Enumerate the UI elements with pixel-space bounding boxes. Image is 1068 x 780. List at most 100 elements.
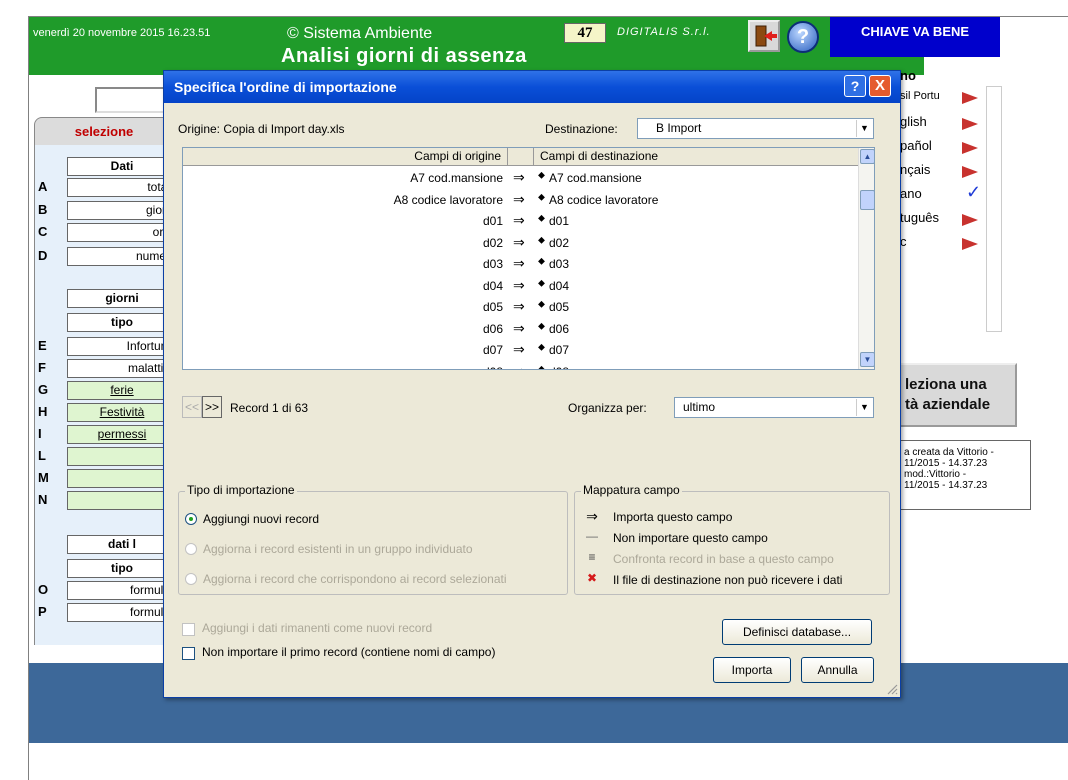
- language-item[interactable]: sil Portu: [900, 90, 940, 102]
- selection-row[interactable]: tipo: [67, 313, 177, 332]
- row-letter: P: [38, 604, 47, 619]
- selection-row[interactable]: giorni: [67, 289, 177, 308]
- dialog-titlebar[interactable]: Specifica l'ordine di importazione ? X: [164, 71, 900, 103]
- mapping-row[interactable]: d05 ⇒ ⬥ d05: [183, 297, 858, 319]
- column-header-destination[interactable]: Campi di destinazione: [534, 148, 858, 166]
- resize-grip-icon[interactable]: [886, 683, 898, 695]
- scroll-down-icon[interactable]: ▼: [860, 352, 874, 367]
- import-arrow-icon[interactable]: ⇒: [513, 234, 525, 251]
- radio-label[interactable]: Aggiorna i record che corrispondono ai r…: [203, 572, 507, 586]
- language-item[interactable]: ano: [900, 186, 922, 201]
- import-arrow-icon[interactable]: ⇒: [513, 191, 525, 208]
- radio-update-group[interactable]: [185, 543, 197, 555]
- move-handle-icon[interactable]: ⬥: [538, 256, 545, 267]
- import-arrow-icon[interactable]: ⇒: [513, 298, 525, 315]
- selection-row[interactable]: [67, 469, 177, 488]
- arrow-right-icon: [962, 92, 978, 104]
- chevron-down-icon[interactable]: ▼: [856, 399, 872, 416]
- selection-row[interactable]: Dati: [67, 157, 177, 176]
- selection-row[interactable]: permessi: [67, 425, 177, 444]
- scroll-up-icon[interactable]: ▲: [860, 149, 874, 164]
- column-header-mapping[interactable]: [508, 148, 534, 166]
- radio-update-matching[interactable]: [185, 573, 197, 585]
- move-handle-icon[interactable]: ⬥: [538, 364, 545, 370]
- selection-row[interactable]: dati l: [67, 535, 177, 554]
- destination-select[interactable]: B Import ▼: [637, 118, 874, 139]
- move-handle-icon[interactable]: ⬥: [538, 342, 545, 353]
- mapping-row[interactable]: d03 ⇒ ⬥ d03: [183, 254, 858, 276]
- selection-row[interactable]: numer: [67, 247, 177, 266]
- source-field: d06: [482, 321, 503, 336]
- mapping-row[interactable]: d04 ⇒ ⬥ d04: [183, 276, 858, 298]
- move-handle-icon[interactable]: ⬥: [538, 213, 545, 224]
- selection-row[interactable]: tipo: [67, 559, 177, 578]
- tab-selezione[interactable]: selezione: [34, 117, 174, 145]
- move-handle-icon[interactable]: ⬥: [538, 192, 545, 203]
- row-letter: B: [38, 202, 48, 217]
- add-remaining-label[interactable]: Aggiungi i dati rimanenti come nuovi rec…: [202, 621, 432, 635]
- selection-row[interactable]: Festività: [67, 403, 177, 422]
- scroll-thumb[interactable]: [860, 190, 874, 210]
- dialog-close-button[interactable]: X: [869, 75, 891, 97]
- import-arrow-icon[interactable]: ⇒: [513, 169, 525, 186]
- source-field: A8 codice lavoratore: [393, 192, 503, 207]
- selection-row[interactable]: Infortuni: [67, 337, 177, 356]
- mapping-scrollbar[interactable]: ▲ ▼: [858, 148, 874, 369]
- move-handle-icon[interactable]: ⬥: [538, 235, 545, 246]
- selection-row[interactable]: ore: [67, 223, 177, 242]
- import-arrow-icon[interactable]: ⇒: [513, 363, 525, 370]
- checkmark-icon: ✓: [966, 182, 982, 202]
- import-button[interactable]: Importa: [713, 657, 791, 683]
- selection-row[interactable]: malattie: [67, 359, 177, 378]
- select-business-unit-button[interactable]: leziona una tà aziendale: [899, 363, 1017, 427]
- define-database-button[interactable]: Definisci database...: [722, 619, 872, 645]
- chevron-down-icon[interactable]: ▼: [856, 120, 872, 137]
- selection-row[interactable]: [67, 447, 177, 466]
- import-arrow-icon: ⇒: [586, 508, 598, 524]
- mapping-row[interactable]: d08 ⇒ ⬥ d08: [183, 362, 858, 370]
- import-arrow-icon[interactable]: ⇒: [513, 212, 525, 229]
- selection-row[interactable]: ferie: [67, 381, 177, 400]
- selection-row[interactable]: formula: [67, 603, 177, 622]
- destination-field: d07: [549, 343, 570, 357]
- next-record-button[interactable]: >>: [202, 396, 222, 418]
- help-button[interactable]: ?: [787, 21, 819, 53]
- exit-button[interactable]: [748, 20, 780, 52]
- move-handle-icon[interactable]: ⬥: [538, 170, 545, 181]
- field-mapping-legend: Mappatura campo ⇒ Importa questo campo —…: [574, 483, 890, 595]
- language-item[interactable]: nçais: [900, 162, 930, 177]
- import-arrow-icon[interactable]: ⇒: [513, 341, 525, 358]
- language-item[interactable]: tuguês: [900, 210, 939, 225]
- mapping-row[interactable]: d01 ⇒ ⬥ d01: [183, 211, 858, 233]
- radio-label[interactable]: Aggiorna i record esistenti in un gruppo…: [203, 542, 473, 556]
- previous-record-button[interactable]: <<: [182, 396, 202, 418]
- language-item[interactable]: glish: [900, 114, 927, 129]
- radio-label[interactable]: Aggiungi nuovi record: [203, 512, 319, 526]
- organize-select[interactable]: ultimo ▼: [674, 397, 874, 418]
- mapping-row[interactable]: d06 ⇒ ⬥ d06: [183, 319, 858, 341]
- dialog-help-button[interactable]: ?: [844, 75, 866, 97]
- mapping-row[interactable]: d07 ⇒ ⬥ d07: [183, 340, 858, 362]
- import-type-title: Tipo di importazione: [185, 483, 297, 497]
- import-arrow-icon[interactable]: ⇒: [513, 255, 525, 272]
- add-remaining-checkbox[interactable]: [182, 623, 195, 636]
- import-arrow-icon[interactable]: ⇒: [513, 277, 525, 294]
- selection-row[interactable]: giorr: [67, 201, 177, 220]
- move-handle-icon[interactable]: ⬥: [538, 299, 545, 310]
- move-handle-icon[interactable]: ⬥: [538, 278, 545, 289]
- radio-add-records[interactable]: [185, 513, 197, 525]
- move-handle-icon[interactable]: ⬥: [538, 321, 545, 332]
- skip-first-record-checkbox[interactable]: [182, 647, 195, 660]
- mapping-row[interactable]: A7 cod.mansione ⇒ ⬥ A7 cod.mansione: [183, 168, 858, 190]
- language-item[interactable]: pañol: [900, 138, 932, 153]
- selection-row[interactable]: formula: [67, 581, 177, 600]
- cancel-button[interactable]: Annulla: [801, 657, 874, 683]
- import-arrow-icon[interactable]: ⇒: [513, 320, 525, 337]
- mapping-row[interactable]: d02 ⇒ ⬥ d02: [183, 233, 858, 255]
- language-scrollbar[interactable]: [986, 86, 1002, 332]
- skip-first-record-label[interactable]: Non importare il primo record (contiene …: [202, 645, 495, 659]
- column-header-source[interactable]: Campi di origine: [183, 148, 508, 166]
- mapping-row[interactable]: A8 codice lavoratore ⇒ ⬥ A8 codice lavorato…: [183, 190, 858, 212]
- selection-row[interactable]: [67, 491, 177, 510]
- selection-row[interactable]: total: [67, 178, 177, 197]
